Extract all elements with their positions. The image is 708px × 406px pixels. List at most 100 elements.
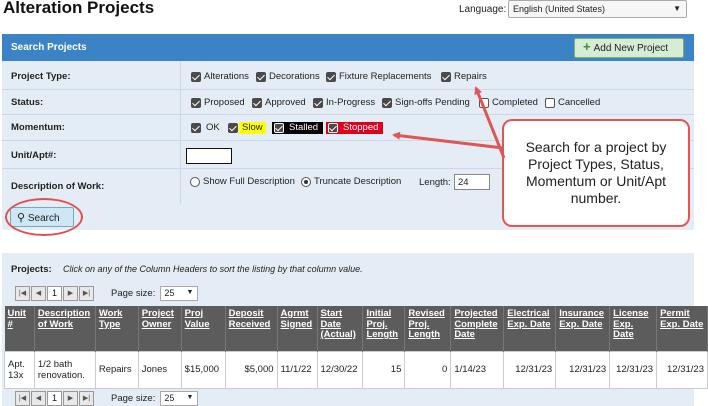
- column-header[interactable]: Initial Proj. Length: [362, 306, 406, 352]
- option-label: Truncate Description: [314, 176, 402, 187]
- table-cell: 12/31/23: [609, 350, 658, 390]
- column-header[interactable]: Description of Work: [34, 306, 96, 352]
- checkbox-checked-icon[interactable]: [382, 97, 392, 108]
- momentum-stopped-option[interactable]: Stopped: [326, 122, 384, 134]
- current-page[interactable]: 1: [47, 285, 62, 301]
- next-page-icon[interactable]: ▶: [63, 285, 78, 301]
- momentum-label: Momentum:: [11, 122, 65, 133]
- table-cell: 11/1/22: [276, 350, 318, 390]
- language-select-value: English (United States): [513, 4, 606, 14]
- row-divider: [2, 114, 694, 115]
- column-header[interactable]: Insurance Exp. Date: [555, 306, 611, 352]
- current-page[interactable]: 1: [47, 390, 62, 406]
- status-in-progress-option[interactable]: In-Progress: [313, 97, 375, 108]
- last-page-icon[interactable]: ▶|: [79, 285, 94, 301]
- last-page-icon[interactable]: ▶|: [79, 390, 94, 406]
- option-label: Approved: [265, 97, 306, 108]
- option-label: Completed: [492, 97, 538, 108]
- column-header[interactable]: Electrical Exp. Date: [503, 306, 557, 352]
- projects-label: Projects:: [11, 264, 52, 275]
- page-size-select[interactable]: 25 ▼: [160, 390, 199, 406]
- column-header[interactable]: Permit Exp. Date: [656, 306, 708, 352]
- plus-icon: +: [583, 39, 591, 54]
- type-decorations-option[interactable]: Decorations: [256, 71, 320, 82]
- type-fixture-replacements-option[interactable]: Fixture Replacements: [326, 71, 431, 82]
- description-label: Description of Work:: [11, 181, 105, 192]
- page-size-value: 25: [164, 392, 175, 403]
- top-pager: |◀ ◀ 1 ▶ ▶| Page size: 25 ▼: [15, 285, 199, 301]
- table-cell: 1/14/23: [450, 350, 505, 390]
- momentum-slow-option[interactable]: Slow: [228, 122, 266, 134]
- first-page-icon[interactable]: |◀: [15, 285, 30, 301]
- column-header[interactable]: Deposit Received: [225, 306, 278, 352]
- radio-selected-icon[interactable]: [301, 176, 311, 187]
- option-label: Stalled: [289, 122, 319, 133]
- checkbox-checked-icon[interactable]: [191, 123, 201, 133]
- type-alterations-option[interactable]: Alterations: [191, 71, 249, 82]
- column-header[interactable]: Agrmt Signed: [277, 306, 318, 352]
- projects-hint: Click on any of the Column Headers to so…: [63, 264, 363, 274]
- option-label: Repairs: [454, 71, 487, 82]
- checkbox-checked-icon[interactable]: [191, 97, 201, 108]
- column-header[interactable]: Projected Complete Date: [450, 306, 505, 352]
- option-label: Decorations: [269, 71, 320, 82]
- bottom-pager: |◀ ◀ 1 ▶ ▶| Page size: 25 ▼: [15, 390, 199, 406]
- checkbox-checked-icon[interactable]: [252, 97, 262, 108]
- column-header[interactable]: Revised Proj. Length: [404, 306, 452, 352]
- column-header[interactable]: Start Date (Actual): [317, 306, 364, 352]
- checkbox-checked-icon[interactable]: [328, 123, 338, 133]
- status-proposed-option[interactable]: Proposed: [191, 97, 245, 108]
- radio-unselected-icon[interactable]: [190, 176, 200, 187]
- chevron-down-icon: ▼: [186, 288, 194, 296]
- momentum-stalled-option[interactable]: Stalled: [272, 122, 324, 134]
- checkbox-checked-icon[interactable]: [313, 97, 323, 108]
- status-sign-offs-pending-option[interactable]: Sign-offs Pending: [382, 97, 470, 108]
- table-cell: 12/31/23: [656, 350, 708, 390]
- column-header[interactable]: Proj Value: [181, 306, 226, 352]
- checkbox-checked-icon[interactable]: [228, 123, 238, 133]
- table-cell: Repairs: [94, 350, 139, 390]
- truncate-description-option[interactable]: Truncate Description: [301, 176, 401, 187]
- option-label: Sign-offs Pending: [395, 97, 470, 108]
- checkbox-checked-icon[interactable]: [274, 123, 284, 133]
- type-repairs-option[interactable]: Repairs: [441, 71, 487, 82]
- unit-label: Unit/Apt#:: [11, 150, 57, 161]
- checkbox-checked-icon[interactable]: [191, 71, 201, 82]
- status-approved-option[interactable]: Approved: [252, 97, 306, 108]
- page-title: Alteration Projects: [3, 0, 155, 17]
- checkbox-checked-icon[interactable]: [441, 71, 451, 82]
- chevron-down-icon: ▼: [186, 393, 194, 401]
- column-header[interactable]: Work Type: [95, 306, 139, 352]
- table-row[interactable]: Apt. 13x 1/2 bath renovation. Repairs Jo…: [4, 350, 708, 390]
- project-type-label: Project Type:: [11, 71, 71, 82]
- column-header[interactable]: License Exp. Date: [609, 306, 658, 352]
- page-size-select[interactable]: 25 ▼: [160, 285, 199, 301]
- checkbox-checked-icon[interactable]: [326, 71, 336, 82]
- prev-page-icon[interactable]: ◀: [31, 390, 46, 406]
- table-cell: Apt. 13x: [4, 350, 35, 390]
- momentum-ok-option[interactable]: OK: [191, 122, 222, 134]
- next-page-icon[interactable]: ▶: [63, 390, 78, 406]
- table-cell: 12/30/22: [316, 350, 364, 390]
- add-new-project-label: Add New Project: [593, 43, 669, 54]
- checkbox-checked-icon[interactable]: [256, 71, 266, 82]
- status-completed-option[interactable]: Completed: [479, 97, 538, 108]
- checkbox-unchecked-icon[interactable]: [479, 97, 489, 108]
- first-page-icon[interactable]: |◀: [15, 390, 30, 406]
- page-root: Alteration Projects Language: English (U…: [0, 0, 708, 406]
- checkbox-unchecked-icon[interactable]: [545, 97, 555, 108]
- status-cancelled-option[interactable]: Cancelled: [545, 97, 600, 108]
- option-label: Fixture Replacements: [339, 71, 432, 82]
- table-cell: 12/31/23: [555, 350, 611, 390]
- prev-page-icon[interactable]: ◀: [31, 285, 46, 301]
- length-input[interactable]: 24: [454, 174, 490, 190]
- column-header[interactable]: Unit #: [4, 306, 35, 352]
- language-select[interactable]: English (United States) ▼: [508, 0, 687, 18]
- option-label: Proposed: [204, 97, 245, 108]
- unit-input[interactable]: [186, 148, 232, 164]
- add-new-project-button[interactable]: + Add New Project: [574, 38, 684, 58]
- show-full-description-option[interactable]: Show Full Description: [190, 176, 295, 187]
- table-cell: 1/2 bath renovation.: [33, 350, 96, 390]
- search-title: Search Projects: [11, 42, 87, 53]
- column-header[interactable]: Project Owner: [138, 306, 182, 352]
